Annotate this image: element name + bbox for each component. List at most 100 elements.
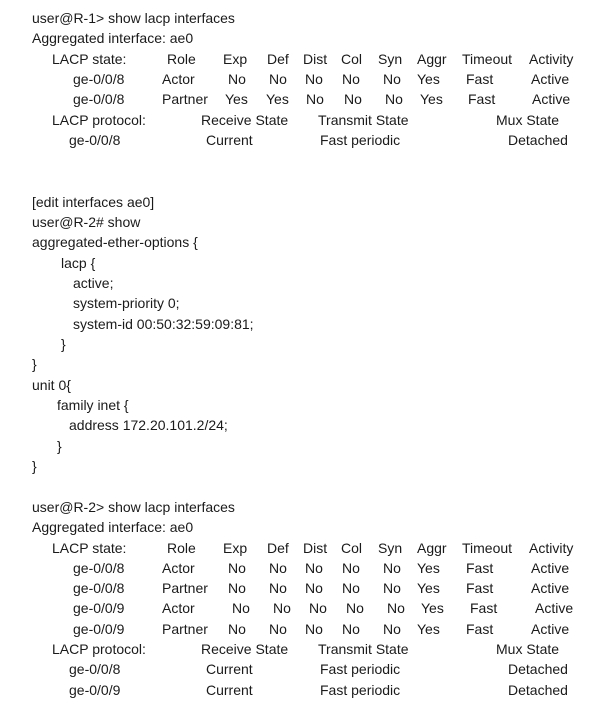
config-line: } bbox=[61, 336, 66, 352]
r1-aggregated-interface: Aggregated interface: ae0 bbox=[32, 30, 194, 46]
header-col: Col bbox=[341, 51, 363, 67]
cell-def: No bbox=[269, 580, 287, 596]
cell-interface: ge-0/0/9 bbox=[73, 621, 125, 637]
cell-dist: No bbox=[305, 621, 323, 637]
cell-role: Partner bbox=[162, 580, 208, 596]
cell-dist: No bbox=[306, 91, 324, 107]
config-line: active; bbox=[73, 275, 114, 291]
cell-exp: No bbox=[228, 71, 246, 87]
header-col: Col bbox=[341, 540, 363, 556]
r2-command-prompt: user@R-2> show lacp interfaces bbox=[32, 499, 235, 515]
cell-def: No bbox=[269, 621, 287, 637]
cell-exp: No bbox=[228, 621, 246, 637]
config-line: } bbox=[32, 356, 37, 372]
cell-interface: ge-0/0/9 bbox=[69, 682, 121, 698]
cell-col: No bbox=[346, 600, 364, 616]
header-activity: Activity bbox=[529, 540, 574, 556]
cell-role: Partner bbox=[162, 621, 208, 637]
cell-timeout: Fast bbox=[466, 560, 494, 576]
cell-receive-state: Current bbox=[206, 132, 253, 148]
cell-activity: Active bbox=[531, 621, 570, 637]
header-receive-state: Receive State bbox=[201, 641, 289, 657]
cell-syn: No bbox=[385, 91, 403, 107]
cell-transmit-state: Fast periodic bbox=[320, 661, 401, 677]
cell-receive-state: Current bbox=[206, 661, 253, 677]
header-role: Role bbox=[167, 540, 196, 556]
cell-interface: ge-0/0/8 bbox=[73, 91, 125, 107]
header-syn: Syn bbox=[378, 540, 403, 556]
cell-col: No bbox=[344, 91, 362, 107]
header-exp: Exp bbox=[223, 51, 248, 67]
cell-interface: ge-0/0/8 bbox=[69, 132, 121, 148]
header-transmit-state: Transmit State bbox=[318, 641, 409, 657]
cell-role: Actor bbox=[162, 560, 195, 576]
cell-col: No bbox=[342, 621, 360, 637]
cell-interface: ge-0/0/8 bbox=[73, 580, 125, 596]
cell-exp: No bbox=[228, 580, 246, 596]
header-role: Role bbox=[167, 51, 196, 67]
cell-aggr: Yes bbox=[417, 621, 440, 637]
cell-role: Partner bbox=[162, 91, 208, 107]
cell-col: No bbox=[342, 560, 360, 576]
cell-timeout: Fast bbox=[466, 621, 494, 637]
cell-exp: No bbox=[228, 560, 246, 576]
cell-aggr: Yes bbox=[417, 560, 440, 576]
cell-timeout: Fast bbox=[466, 71, 494, 87]
cell-activity: Active bbox=[535, 600, 574, 616]
cell-interface: ge-0/0/8 bbox=[73, 71, 125, 87]
cell-def: No bbox=[273, 600, 291, 616]
cell-interface: ge-0/0/8 bbox=[73, 560, 125, 576]
cell-dist: No bbox=[305, 71, 323, 87]
config-line: lacp { bbox=[61, 255, 96, 271]
cell-aggr: Yes bbox=[417, 71, 440, 87]
header-syn: Syn bbox=[378, 51, 403, 67]
header-receive-state: Receive State bbox=[201, 112, 289, 128]
r1-command-prompt: user@R-1> show lacp interfaces bbox=[32, 10, 235, 26]
cell-activity: Active bbox=[532, 91, 571, 107]
header-exp: Exp bbox=[223, 540, 248, 556]
cell-aggr: Yes bbox=[421, 600, 444, 616]
config-line: unit 0{ bbox=[32, 377, 71, 393]
config-line: family inet { bbox=[57, 397, 129, 413]
header-aggr: Aggr bbox=[417, 51, 447, 67]
cell-mux-state: Detached bbox=[508, 682, 568, 698]
cell-role: Actor bbox=[162, 600, 195, 616]
cell-role: Actor bbox=[162, 71, 195, 87]
cell-interface: ge-0/0/9 bbox=[73, 600, 125, 616]
header-dist: Dist bbox=[303, 540, 328, 556]
cell-dist: No bbox=[305, 580, 323, 596]
cell-transmit-state: Fast periodic bbox=[320, 132, 401, 148]
config-line: system-priority 0; bbox=[73, 295, 180, 311]
cell-syn: No bbox=[383, 560, 401, 576]
config-line: } bbox=[32, 458, 37, 474]
header-lacp-protocol: LACP protocol: bbox=[52, 112, 146, 128]
cell-exp: Yes bbox=[225, 91, 248, 107]
header-def: Def bbox=[267, 540, 289, 556]
cell-def: No bbox=[269, 560, 287, 576]
header-mux-state: Mux State bbox=[496, 641, 560, 657]
cell-syn: No bbox=[383, 580, 401, 596]
header-dist: Dist bbox=[303, 51, 328, 67]
header-lacp-state: LACP state: bbox=[52, 540, 127, 556]
cell-timeout: Fast bbox=[470, 600, 498, 616]
r2-aggregated-interface: Aggregated interface: ae0 bbox=[32, 519, 194, 535]
cell-activity: Active bbox=[531, 560, 570, 576]
cell-timeout: Fast bbox=[466, 580, 494, 596]
cell-def: Yes bbox=[266, 91, 289, 107]
header-activity: Activity bbox=[529, 51, 574, 67]
header-lacp-protocol: LACP protocol: bbox=[52, 641, 146, 657]
config-edit-context: [edit interfaces ae0] bbox=[32, 194, 155, 210]
cell-mux-state: Detached bbox=[508, 132, 568, 148]
cell-transmit-state: Fast periodic bbox=[320, 682, 401, 698]
cell-syn: No bbox=[387, 600, 405, 616]
cell-def: No bbox=[269, 71, 287, 87]
cell-mux-state: Detached bbox=[508, 661, 568, 677]
cell-activity: Active bbox=[531, 580, 570, 596]
cell-activity: Active bbox=[531, 71, 570, 87]
config-show-command: user@R-2# show bbox=[32, 214, 141, 230]
header-mux-state: Mux State bbox=[496, 112, 560, 128]
header-transmit-state: Transmit State bbox=[318, 112, 409, 128]
cell-col: No bbox=[342, 580, 360, 596]
cell-interface: ge-0/0/8 bbox=[69, 661, 121, 677]
cell-dist: No bbox=[309, 600, 327, 616]
